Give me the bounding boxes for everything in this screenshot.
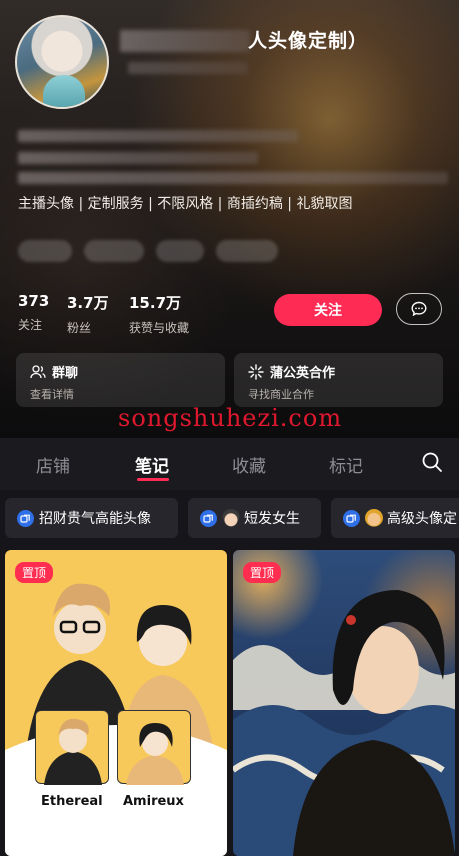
stat-value: 3.7万 — [67, 294, 109, 312]
post-card[interactable]: 置顶 — [233, 550, 455, 856]
collection-chip[interactable]: 高级头像定 — [331, 498, 459, 538]
content-tabs: 店铺 笔记 收藏 标记 — [0, 438, 459, 490]
collection-label: 高级头像定 — [387, 511, 457, 527]
stat-likes[interactable]: 15.7万 获赞与收藏 — [129, 292, 189, 336]
pinned-badge: 置顶 — [243, 562, 282, 583]
thumbnail-woman — [117, 710, 191, 785]
stat-label: 获赞与收藏 — [129, 321, 190, 335]
name-redacted — [120, 30, 250, 52]
short-hair-girl-emoji-icon — [222, 509, 240, 527]
post-card[interactable]: 置顶 Ethereal Amireux — [5, 550, 227, 856]
collection-icon — [200, 509, 217, 527]
stat-label: 粉丝 — [67, 321, 92, 335]
profile-name: 人头像定制） — [248, 30, 369, 52]
bio-redacted-line — [18, 130, 298, 142]
profile-chip[interactable] — [156, 240, 204, 262]
tab-marked[interactable]: 标记 — [329, 452, 363, 477]
pinned-badge: 置顶 — [15, 562, 54, 583]
stat-followers[interactable]: 3.7万 粉丝 — [67, 292, 109, 336]
active-tab-indicator — [137, 478, 169, 481]
profile-chip[interactable] — [84, 240, 144, 262]
collection-icon — [17, 509, 34, 527]
tab-notes[interactable]: 笔记 — [135, 452, 169, 477]
collection-icon — [343, 509, 360, 527]
card-title: 蒲公英合作 — [270, 366, 336, 381]
thumbnail-caption: Ethereal — [41, 794, 103, 809]
card-title: 群聊 — [52, 366, 79, 381]
tab-favorites[interactable]: 收藏 — [232, 452, 266, 477]
couple-illustration — [5, 583, 227, 856]
profile-header: 人头像定制） 主播头像 | 定制服务 | 不限风格 | 商插约稿 | 礼貌取图 … — [0, 0, 459, 440]
collections-row: 招财贵气高能头像 短发女生 高级头像定 — [0, 490, 459, 546]
search-button[interactable] — [421, 451, 443, 477]
thumbnail-caption: Amireux — [123, 794, 184, 809]
follow-button[interactable]: 关注 — [274, 294, 382, 326]
card-subtitle: 查看详情 — [30, 388, 74, 401]
collection-label: 短发女生 — [244, 511, 300, 527]
group-chat-card[interactable]: 群聊 查看详情 — [16, 353, 225, 407]
profile-chip[interactable] — [18, 240, 72, 262]
id-redacted — [128, 62, 248, 74]
stat-value: 373 — [18, 292, 50, 310]
tab-shop[interactable]: 店铺 — [36, 452, 70, 477]
notes-feed: 置顶 Ethereal Amireux 置顶 — [0, 546, 459, 856]
thumbnail-man — [35, 710, 109, 785]
bio-redacted-line — [18, 152, 258, 164]
stat-following[interactable]: 373 关注 — [18, 292, 49, 333]
wave-portrait-illustration — [233, 590, 455, 856]
collection-chip[interactable]: 招财贵气高能头像 — [5, 498, 178, 538]
bio-redacted-line — [18, 172, 448, 184]
message-button[interactable] — [396, 293, 442, 325]
sparkle-icon — [248, 363, 264, 380]
stat-label: 关注 — [18, 318, 43, 332]
card-subtitle: 寻找商业合作 — [248, 388, 314, 401]
collection-label: 招财贵气高能头像 — [39, 511, 151, 527]
search-icon — [422, 452, 442, 472]
chat-bubble-icon — [411, 301, 427, 317]
profile-chip[interactable] — [216, 240, 278, 262]
woman-emoji-icon — [365, 509, 383, 527]
group-icon — [30, 364, 46, 378]
bio-tags: 主播头像 | 定制服务 | 不限风格 | 商插约稿 | 礼貌取图 — [18, 196, 353, 212]
stat-value: 15.7万 — [129, 294, 182, 312]
watermark: songshuhezi.com — [118, 404, 343, 432]
avatar[interactable] — [15, 15, 109, 109]
collection-chip[interactable]: 短发女生 — [188, 498, 321, 538]
collaboration-card[interactable]: 蒲公英合作 寻找商业合作 — [234, 353, 443, 407]
